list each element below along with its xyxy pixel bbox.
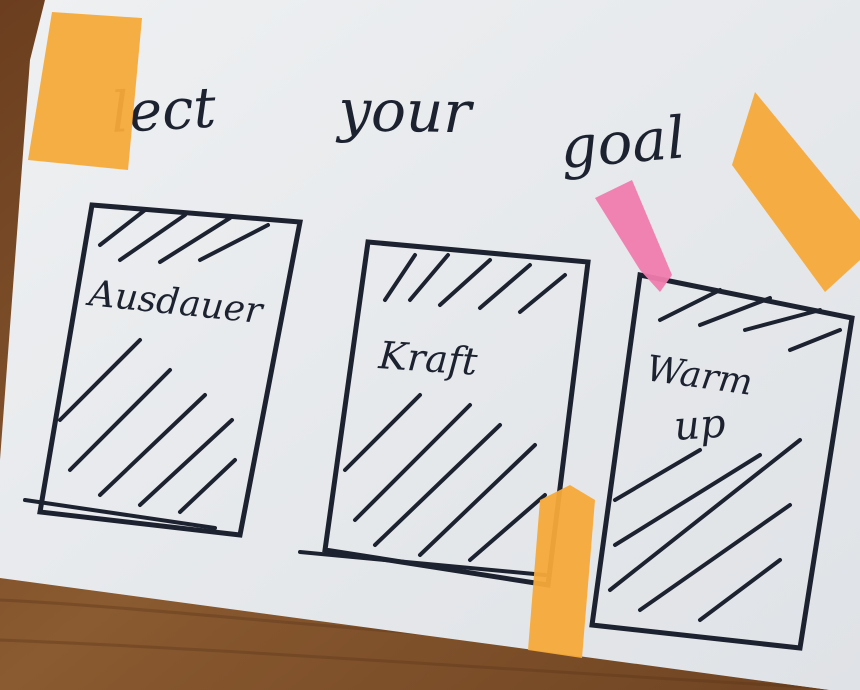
heading-word-2: your: [335, 76, 475, 146]
card-label-kraft: Kraft: [376, 333, 479, 384]
heading-word-3: goal: [557, 103, 688, 182]
card-label-up: up: [672, 401, 726, 450]
photo-scene: lect your goal Ausdauer Kraft Warm up: [0, 0, 860, 690]
